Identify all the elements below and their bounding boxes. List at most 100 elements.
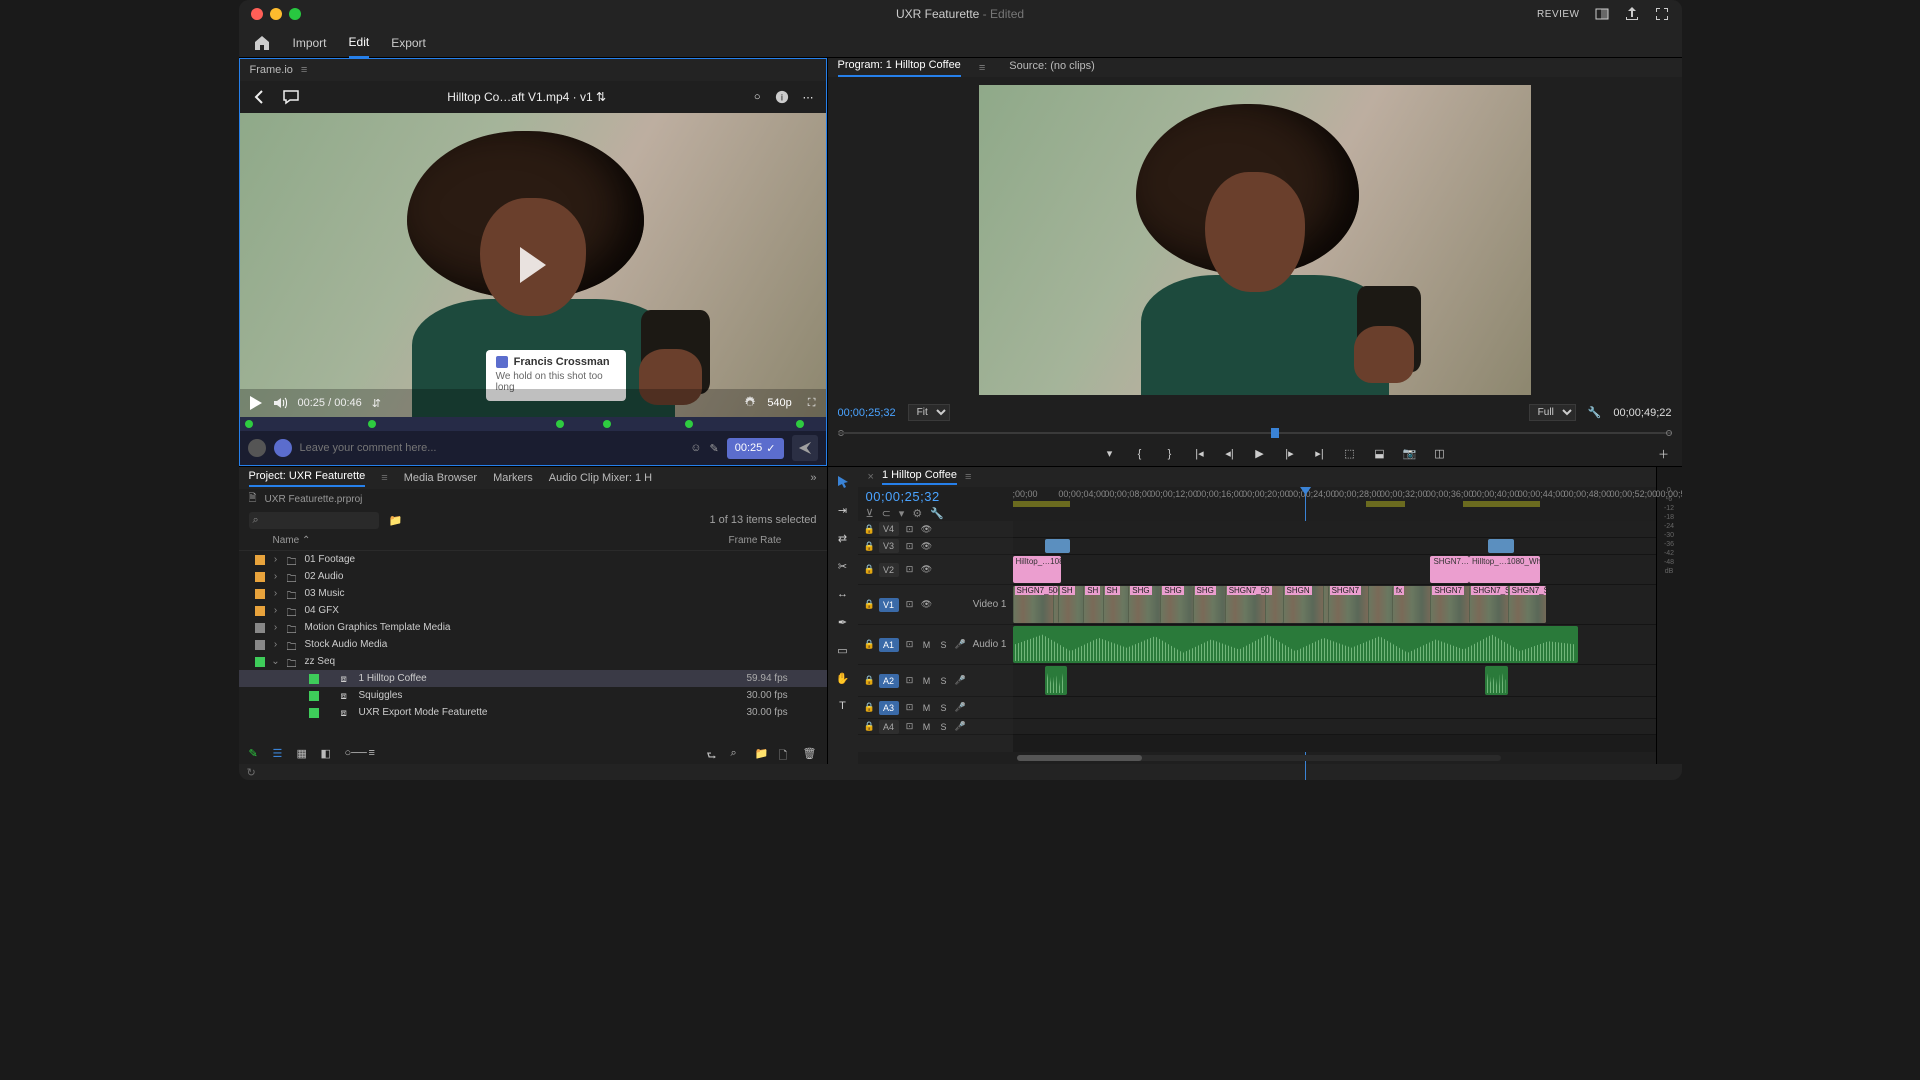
sync-lock-icon[interactable]: ⊡ [904, 702, 916, 713]
program-scrubber[interactable] [838, 424, 1672, 440]
clip[interactable]: fx [1392, 586, 1431, 623]
track-lane-V3[interactable] [1013, 538, 1656, 555]
clip[interactable] [1488, 539, 1514, 553]
disclosure-icon[interactable]: › [271, 588, 281, 599]
track-lane-V2[interactable]: Hilltop_…108SHGN7…Hilltop_…1080_White.ps… [1013, 555, 1656, 585]
solo-icon[interactable]: S [938, 676, 950, 686]
mute-icon[interactable]: M [921, 703, 933, 713]
minimize-window[interactable] [270, 8, 282, 20]
panel-menu-icon[interactable]: ≡ [979, 62, 985, 74]
disclosure-icon[interactable]: ⌄ [271, 656, 281, 667]
sync-lock-icon[interactable]: ⊡ [904, 564, 916, 575]
track-header-V1[interactable]: 🔒 V1 ⊡ 👁 Video 1 [858, 585, 1013, 625]
comment-marker[interactable] [603, 420, 611, 428]
lock-icon[interactable]: 🔒 [864, 721, 874, 732]
comment-input[interactable] [300, 442, 683, 454]
source-tab[interactable]: Source: (no clips) [1009, 60, 1095, 76]
track-header-A4[interactable]: 🔒 A4 ⊡ MS🎤 [858, 719, 1013, 735]
track-target[interactable]: A3 [879, 701, 899, 715]
lock-icon[interactable]: 🔒 [864, 541, 874, 552]
work-area[interactable] [1366, 501, 1405, 507]
toggle-output-icon[interactable]: 👁 [921, 564, 933, 575]
sync-icon[interactable]: ↻ [247, 766, 256, 779]
voice-over-icon[interactable]: 🎤 [955, 702, 967, 713]
clip[interactable]: Hilltop_…1080_White.psd [1469, 556, 1540, 583]
expand-icon[interactable]: ⛶ [808, 397, 816, 410]
icon-view-icon[interactable]: ▦ [297, 747, 311, 761]
comment-marker[interactable] [685, 420, 693, 428]
workspace-icon[interactable] [1594, 6, 1610, 22]
sync-lock-icon[interactable]: ⊡ [904, 675, 916, 686]
project-tab[interactable]: Project: UXR Featurette [249, 470, 366, 487]
resolution-select[interactable]: Full [1529, 404, 1576, 421]
clip[interactable] [1013, 626, 1579, 663]
new-item-icon[interactable]: 🗋 [779, 747, 793, 761]
step-back-icon[interactable]: ◂| [1222, 446, 1238, 462]
rectangle-tool-icon[interactable]: ▭ [834, 641, 852, 659]
send-button[interactable] [792, 435, 818, 461]
comment-bubble-icon[interactable] [282, 88, 300, 106]
clip[interactable]: SHG [1160, 586, 1192, 623]
home-icon[interactable] [253, 34, 271, 52]
disclosure-icon[interactable]: › [271, 605, 281, 616]
clip[interactable] [1045, 666, 1068, 695]
disclosure-icon[interactable]: › [271, 571, 281, 582]
back-icon[interactable] [252, 89, 268, 105]
clip[interactable]: SH [1083, 586, 1102, 623]
comment-marker[interactable] [556, 420, 564, 428]
more-icon[interactable]: ⋯ [803, 91, 814, 104]
project-row[interactable]: › 🗀 Motion Graphics Template Media [239, 619, 827, 636]
sequence-tab[interactable]: 1 Hilltop Coffee [882, 469, 957, 485]
quality-label[interactable]: 540p [767, 397, 791, 409]
clip[interactable]: SHGN7_500 [1013, 586, 1058, 623]
project-row[interactable]: ⌄ 🗀 zz Seq [239, 653, 827, 670]
zoom-slider[interactable]: ○── [345, 747, 359, 761]
emoji-icon[interactable]: ☺ [690, 442, 701, 454]
audio-mixer-tab[interactable]: Audio Clip Mixer: 1 H [549, 472, 652, 484]
project-row[interactable]: › 🗀 Stock Audio Media [239, 636, 827, 653]
project-row[interactable]: ⧈ 1 Hilltop Coffee 59.94 fps [239, 670, 827, 687]
toggle-output-icon[interactable]: 👁 [921, 524, 933, 535]
comment-marker[interactable] [368, 420, 376, 428]
track-target[interactable]: V4 [879, 522, 899, 536]
panel-menu-icon[interactable]: ≡ [381, 472, 387, 484]
wrench-icon[interactable]: 🔧 [930, 507, 944, 520]
tab-import[interactable]: Import [293, 29, 327, 57]
button-editor-icon[interactable]: ＋ [1656, 446, 1672, 462]
extract-icon[interactable]: ⬓ [1372, 446, 1388, 462]
tab-export[interactable]: Export [391, 29, 426, 57]
timeline-timecode[interactable]: 00;00;25;32 [866, 489, 1005, 504]
fullscreen-icon[interactable] [1654, 6, 1670, 22]
play-overlay-icon[interactable] [520, 247, 546, 283]
close-sequence-icon[interactable]: × [868, 471, 874, 483]
track-header-A1[interactable]: 🔒 A1 ⊡ MS🎤 Audio 1 [858, 625, 1013, 665]
disclosure-icon[interactable]: › [271, 639, 281, 650]
voice-over-icon[interactable]: 🎤 [955, 675, 967, 686]
clip[interactable]: SHGN [1283, 586, 1328, 623]
track-header-V2[interactable]: 🔒 V2 ⊡ 👁 [858, 555, 1013, 585]
markers-tab[interactable]: Markers [493, 472, 533, 484]
toggle-output-icon[interactable]: 👁 [921, 541, 933, 552]
new-bin-icon[interactable]: 📁 [755, 747, 769, 761]
clip[interactable]: SHGN7 [1328, 586, 1392, 623]
mark-in-icon[interactable]: { [1132, 446, 1148, 462]
review-label[interactable]: REVIEW [1537, 9, 1579, 20]
new-bin-icon[interactable]: 📁 [389, 514, 403, 527]
export-frame-icon[interactable]: 📷 [1402, 446, 1418, 462]
track-lane-A4[interactable] [1013, 719, 1656, 735]
selection-tool-icon[interactable] [834, 473, 852, 491]
clip[interactable] [1045, 539, 1071, 553]
panel-menu-icon[interactable]: ≡ [301, 64, 307, 76]
draw-icon[interactable]: ✎ [710, 442, 719, 455]
clip[interactable]: SH [1058, 586, 1084, 623]
slip-tool-icon[interactable]: ↔ [834, 585, 852, 603]
track-lane-A2[interactable] [1013, 665, 1656, 697]
find-icon[interactable]: ⌕ [731, 747, 745, 761]
freeform-view-icon[interactable]: ◧ [321, 747, 335, 761]
overflow-icon[interactable]: » [810, 472, 816, 484]
clip[interactable]: Hilltop_…108 [1013, 556, 1061, 583]
sync-lock-icon[interactable]: ⊡ [904, 541, 916, 552]
marker-icon[interactable]: ▾ [899, 507, 905, 520]
settings-icon[interactable]: ⚙ [912, 507, 922, 520]
timeline-ruler[interactable]: ;00;0000;00;04;0000;00;08;0000;00;12;000… [1013, 487, 1656, 521]
